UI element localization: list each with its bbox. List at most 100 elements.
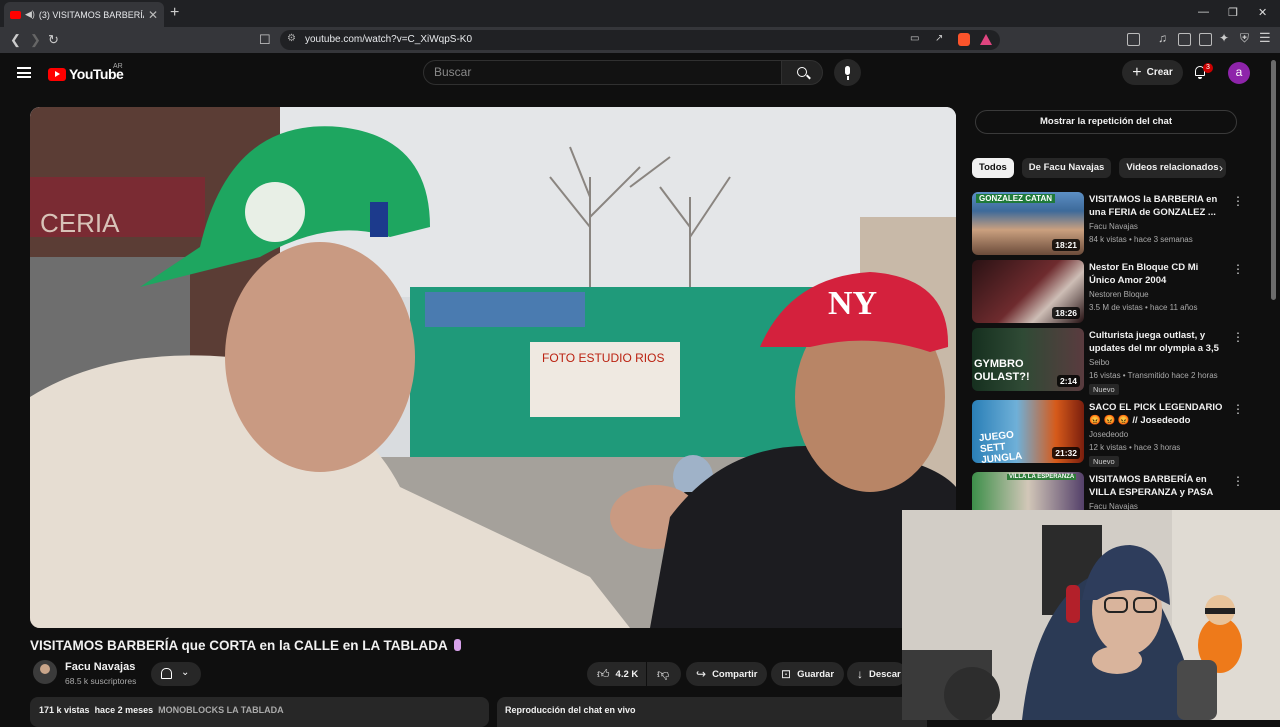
more-options-icon[interactable]: ⋮ [1232, 330, 1244, 344]
video-title[interactable]: VISITAMOS la BARBERIA en una FERIA de GO… [1089, 193, 1227, 219]
subscription-notifications-button[interactable]: ⌄ [151, 662, 201, 686]
back-arrow-icon[interactable]: ❮ [10, 32, 21, 48]
bookmark-icon: ⊡ [781, 667, 792, 681]
cast-icon[interactable]: ▭ [910, 33, 919, 44]
channel-name[interactable]: Facu Navajas [65, 661, 135, 673]
dislike-button[interactable]: 👎︎ [647, 662, 681, 686]
thumbnail-text: JUEGO SETT JUNGLA [978, 429, 1023, 463]
video-thumbnail[interactable]: GYMBRO OULAST?! 2:14 [972, 328, 1084, 391]
chip-all[interactable]: Todos [972, 158, 1014, 178]
more-options-icon[interactable]: ⋮ [1232, 262, 1244, 276]
close-window-button[interactable]: ✕ [1258, 6, 1267, 19]
webcam-frame [902, 510, 1280, 720]
brave-rewards-icon[interactable] [980, 34, 992, 45]
more-options-icon[interactable]: ⋮ [1232, 402, 1244, 416]
thumbnail-text: GYMBRO OULAST?! [974, 358, 1030, 383]
create-button[interactable]: + Crear [1122, 60, 1183, 85]
video-duration: 18:21 [1052, 239, 1080, 251]
forward-arrow-icon[interactable]: ❯ [30, 32, 41, 48]
minimize-window-button[interactable]: — [1198, 6, 1209, 18]
thumbs-up-icon: 👍︎ [597, 666, 610, 681]
video-title[interactable]: Culturista juega outlast, y updates del … [1089, 329, 1227, 356]
bookmark-icon[interactable]: ☐ [259, 32, 271, 48]
address-bar[interactable]: ⚙ youtube.com/watch?v=C_XiWqpS-K0 ▭ ↗ [280, 30, 1000, 50]
site-info-icon[interactable]: ⚙ [287, 33, 296, 44]
recommended-video[interactable]: 18:26 Nestor En Bloque CD Mi Único Amor … [972, 260, 1252, 324]
new-badge: Nuevo [1089, 456, 1119, 467]
save-button[interactable]: ⊡ Guardar [771, 662, 845, 686]
browser-tab-bar: ◀) (3) VISITAMOS BARBERÍA qu ✕ + — ❐ ✕ [0, 0, 1280, 27]
sidebar-icon[interactable] [1178, 33, 1191, 46]
page-scrollbar[interactable] [1271, 60, 1276, 300]
url-text: youtube.com/watch?v=C_XiWqpS-K0 [305, 34, 473, 45]
video-player[interactable]: CERIA FOTO ESTUDIO RIOS NY [30, 107, 956, 628]
video-duration: 21:32 [1052, 447, 1080, 459]
hashtags[interactable]: MONOBLOCKS LA TABLADA [158, 705, 284, 715]
leo-ai-icon[interactable]: ✦ [1219, 31, 1229, 45]
close-tab-icon[interactable]: ✕ [148, 8, 158, 22]
audio-playing-icon[interactable]: ◀) [25, 9, 35, 20]
video-title[interactable]: Nestor En Bloque CD Mi Único Amor 2004 [1089, 261, 1227, 287]
restore-window-button[interactable]: ❐ [1228, 6, 1238, 19]
search-box [423, 60, 782, 85]
voice-search-button[interactable] [834, 59, 861, 86]
browser-toolbar: ❮ ❯ ↻ ☐ ⚙ youtube.com/watch?v=C_XiWqpS-K… [0, 27, 1280, 53]
plus-icon: + [1132, 63, 1142, 81]
channel-name[interactable]: Seibo [1089, 358, 1109, 367]
video-meta: 3.5 M de vistas • hace 11 años [1089, 303, 1198, 312]
reload-icon[interactable]: ↻ [48, 32, 59, 48]
notification-count-badge: 3 [1203, 63, 1213, 73]
description-box[interactable]: 171 k vistas hace 2 meses MONOBLOCKS LA … [30, 697, 489, 727]
like-count: 4.2 K [615, 668, 639, 680]
more-options-icon[interactable]: ⋮ [1232, 194, 1244, 208]
video-duration: 18:26 [1052, 307, 1080, 319]
browser-menu-icon[interactable]: ☰ [1259, 30, 1271, 46]
hamburger-menu-icon[interactable] [17, 67, 31, 78]
browser-tab[interactable]: ◀) (3) VISITAMOS BARBERÍA qu ✕ [4, 2, 164, 27]
channel-name[interactable]: Facu Navajas [1089, 222, 1138, 231]
user-avatar[interactable]: a [1228, 62, 1250, 84]
svg-text:CERIA: CERIA [40, 208, 120, 238]
chevron-right-icon[interactable]: › [1219, 161, 1223, 175]
more-options-icon[interactable]: ⋮ [1232, 474, 1244, 488]
video-title[interactable]: SACO EL PICK LEGENDARIO 😡 😡 😡 // Josedeo… [1089, 401, 1227, 427]
chip-from-channel[interactable]: De Facu Navajas [1021, 158, 1112, 178]
thumbnail-text: VILLA LA ESPERANZA [1007, 474, 1077, 480]
webcam-overlay [902, 510, 1280, 720]
search-input[interactable] [434, 65, 764, 79]
search-icon [797, 67, 807, 77]
chat-replay-header: Reproducción del chat en vivo [497, 697, 927, 727]
tab-title: (3) VISITAMOS BARBERÍA qu [38, 9, 144, 20]
video-thumbnail[interactable]: JUEGO SETT JUNGLA 21:32 [972, 400, 1084, 463]
video-duration: 2:14 [1056, 375, 1080, 387]
download-button[interactable]: ↓ Descar [847, 662, 907, 686]
recommended-video[interactable]: GYMBRO OULAST?! 2:14 Culturista juega ou… [972, 328, 1252, 395]
search-button[interactable] [781, 60, 823, 85]
new-tab-button[interactable]: + [170, 4, 179, 22]
channel-name[interactable]: Josedeodo [1089, 430, 1128, 439]
recommended-video[interactable]: GONZALEZ CATAN 18:21 VISITAMOS la BARBER… [972, 192, 1252, 256]
media-controls-icon[interactable]: ♫ [1158, 31, 1167, 45]
video-thumbnail[interactable]: GONZALEZ CATAN 18:21 [972, 192, 1084, 255]
video-thumbnail[interactable]: 18:26 [972, 260, 1084, 323]
channel-avatar[interactable] [33, 660, 57, 684]
thumbs-down-icon: 👎︎ [657, 666, 670, 681]
vpn-shield-icon[interactable]: ⛨ [1240, 31, 1249, 46]
brave-shield-icon[interactable] [958, 33, 970, 46]
youtube-favicon-icon [10, 10, 21, 19]
video-frame: CERIA FOTO ESTUDIO RIOS NY [30, 107, 956, 628]
channel-name[interactable]: Nestoren Bloque [1089, 290, 1149, 299]
recommended-video[interactable]: JUEGO SETT JUNGLA 21:32 SACO EL PICK LEG… [972, 400, 1252, 467]
like-button[interactable]: 👍︎ 4.2 K [587, 662, 646, 686]
microphone-icon [845, 66, 850, 80]
share-button[interactable]: ↪ Compartir [686, 662, 768, 686]
wallet-icon[interactable] [1199, 33, 1212, 46]
share-page-icon[interactable]: ↗ [935, 33, 943, 44]
share-icon: ↪ [696, 667, 707, 681]
thumbnail-text: GONZALEZ CATAN [976, 194, 1056, 203]
chip-related[interactable]: Videos relacionados [1119, 158, 1226, 178]
svg-text:FOTO ESTUDIO RIOS: FOTO ESTUDIO RIOS [542, 351, 664, 365]
video-title[interactable]: VISITAMOS BARBERÍA en VILLA ESPERANZA y … [1089, 473, 1227, 500]
screenshot-icon[interactable] [1127, 33, 1140, 46]
show-chat-replay-button[interactable]: Mostrar la repetición del chat [975, 110, 1237, 134]
